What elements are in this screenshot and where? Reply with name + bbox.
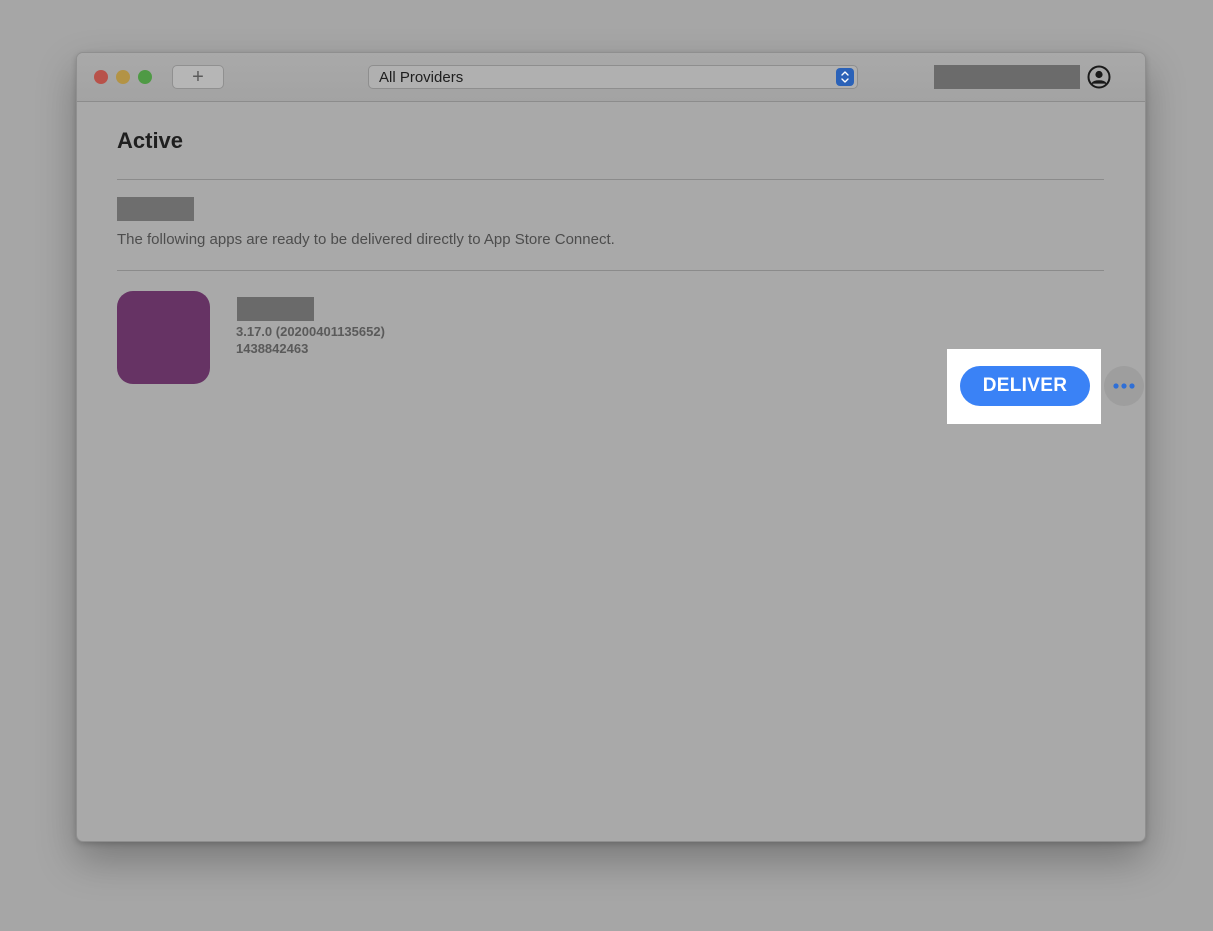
maximize-window-button[interactable] — [138, 70, 152, 84]
ellipsis-icon — [1113, 383, 1135, 389]
title-bar: + All Providers — [77, 53, 1145, 102]
account-icon[interactable] — [1087, 65, 1111, 89]
app-icon — [117, 291, 210, 384]
section-name-redacted — [117, 197, 194, 221]
add-button[interactable]: + — [172, 65, 224, 89]
chevron-updown-icon — [836, 68, 854, 86]
app-window: + All Providers Active The following app… — [76, 52, 1146, 842]
divider — [117, 270, 1104, 271]
section-description: The following apps are ready to be deliv… — [117, 231, 615, 248]
plus-icon: + — [192, 66, 204, 88]
app-version: 3.17.0 (20200401135652) — [236, 324, 385, 339]
account-name-redacted — [934, 65, 1080, 89]
app-name-redacted — [237, 297, 314, 321]
deliver-button[interactable]: DELIVER — [960, 366, 1090, 406]
divider — [117, 179, 1104, 180]
minimize-window-button[interactable] — [116, 70, 130, 84]
more-options-button[interactable] — [1104, 366, 1144, 406]
close-window-button[interactable] — [94, 70, 108, 84]
provider-select[interactable]: All Providers — [368, 65, 858, 89]
page-title: Active — [117, 128, 184, 153]
provider-select-value: All Providers — [379, 69, 464, 86]
app-id: 1438842463 — [236, 341, 309, 356]
